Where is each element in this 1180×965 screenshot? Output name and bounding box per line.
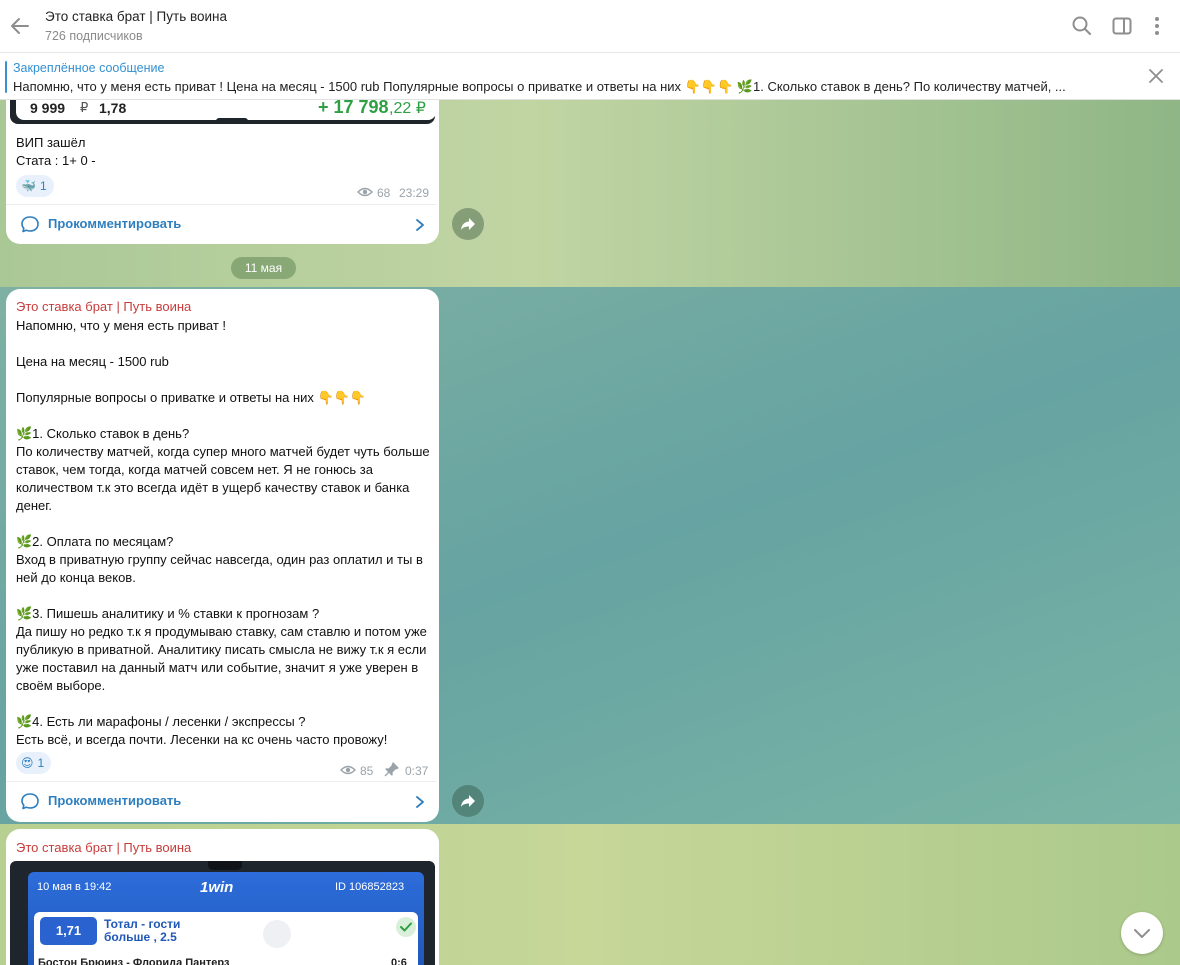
message-text: ВИП зашёл Стата : 1+ 0 - (16, 135, 96, 168)
bet-id: ID 106852823 (335, 881, 405, 893)
message-bubble: Это ставка брат | Путь воина Напомню, чт… (6, 289, 439, 822)
search-icon[interactable] (1070, 14, 1094, 38)
reaction-count: 1 (37, 756, 45, 770)
bet-screenshot: 9 999 ₽ 1,78 + 17 798 ,22 ₽ (10, 100, 436, 124)
chevron-right-icon (416, 219, 424, 231)
more-vertical-icon[interactable] (1145, 14, 1169, 38)
whale-emoji: 🐳 (21, 179, 36, 193)
coef-badge: 1,71 (40, 917, 97, 945)
scroll-to-bottom-button[interactable] (1121, 912, 1163, 954)
pinned-indicator (5, 61, 7, 93)
brand-logo: 1win (200, 879, 234, 896)
phone-notch (216, 118, 248, 124)
comment-icon (21, 216, 39, 233)
view-count: 68 (377, 186, 391, 200)
bet-win-decimals: ,22 ₽ (389, 100, 426, 117)
reaction-count: 1 (39, 179, 47, 193)
message-bubble: Это ставка брат | Путь воина 10 мая в 19… (6, 829, 439, 965)
message-time: 0:37 (405, 764, 429, 778)
eye-icon (357, 187, 373, 197)
reaction-chip[interactable]: 😍 1 (16, 752, 52, 774)
heart-eyes-emoji: 😍 (21, 756, 34, 770)
comment-label: Прокомментировать (48, 216, 182, 231)
eye-icon (340, 765, 356, 775)
share-arrow-icon (461, 218, 475, 230)
back-arrow-icon[interactable] (8, 11, 34, 41)
sender-name[interactable]: Это ставка брат | Путь воина (16, 840, 191, 855)
pinned-title: Закреплённое сообщение (13, 61, 165, 75)
channel-title[interactable]: Это ставка брат | Путь воина (45, 9, 227, 24)
pinned-text: Напомню, что у меня есть приват ! Цена н… (13, 79, 1066, 94)
teams: Бостон Брюинз - Флорида Пантерз (38, 957, 230, 965)
bet-coefficient: 1,78 (99, 100, 127, 116)
sender-name[interactable]: Это ставка брат | Путь воина (16, 299, 191, 314)
date-separator: 11 мая (231, 257, 296, 279)
subscriber-count: 726 подписчиков (45, 29, 143, 43)
betslip-card: 10 мая в 19:42 1win ID 106852823 1,71 То… (28, 872, 424, 965)
chevron-down-icon (1134, 929, 1150, 938)
reaction-chip[interactable]: 🐳 1 (16, 175, 54, 197)
bet-currency: ₽ (80, 100, 89, 115)
comment-label: Прокомментировать (48, 793, 182, 808)
market-line2: больше , 2.5 (104, 930, 177, 944)
pin-icon (384, 762, 399, 777)
placeholder-circle (263, 920, 291, 948)
chat-area: 9 999 ₽ 1,78 + 17 798 ,22 ₽ ВИП зашёл Ст… (0, 100, 1180, 965)
bet-screenshot: 10 мая в 19:42 1win ID 106852823 1,71 То… (10, 861, 435, 965)
sidebar-toggle-icon[interactable] (1110, 14, 1134, 38)
comment-button[interactable]: Прокомментировать (6, 781, 436, 821)
close-icon[interactable] (1146, 66, 1166, 86)
forward-button[interactable] (452, 208, 484, 240)
view-count: 85 (360, 764, 374, 778)
message-bubble: 9 999 ₽ 1,78 + 17 798 ,22 ₽ ВИП зашёл Ст… (6, 100, 439, 244)
score: 0:6 (391, 957, 407, 965)
bet-win-amount: + 17 798 (318, 100, 389, 117)
bet-date: 10 мая в 19:42 (37, 881, 112, 893)
forward-button[interactable] (452, 785, 484, 817)
comment-button[interactable]: Прокомментировать (6, 204, 436, 244)
bet-row: 1,71 Тотал - гости больше , 2.5 Бостон Б… (34, 912, 418, 965)
comment-icon (21, 793, 39, 810)
chat-header: Это ставка брат | Путь воина 726 подписч… (0, 0, 1180, 53)
market-line1: Тотал - гости (104, 917, 181, 931)
phone-notch (208, 861, 242, 870)
message-text: Напомню, что у меня есть приват ! Цена н… (16, 318, 430, 747)
checkmark-icon (400, 922, 412, 932)
share-arrow-icon (461, 795, 475, 807)
check-icon (396, 917, 416, 937)
message-time: 23:29 (399, 186, 430, 200)
chevron-right-icon (416, 796, 424, 808)
bet-amount: 9 999 (30, 100, 66, 116)
pinned-message-bar[interactable]: Закреплённое сообщение Напомню, что у ме… (0, 53, 1180, 100)
